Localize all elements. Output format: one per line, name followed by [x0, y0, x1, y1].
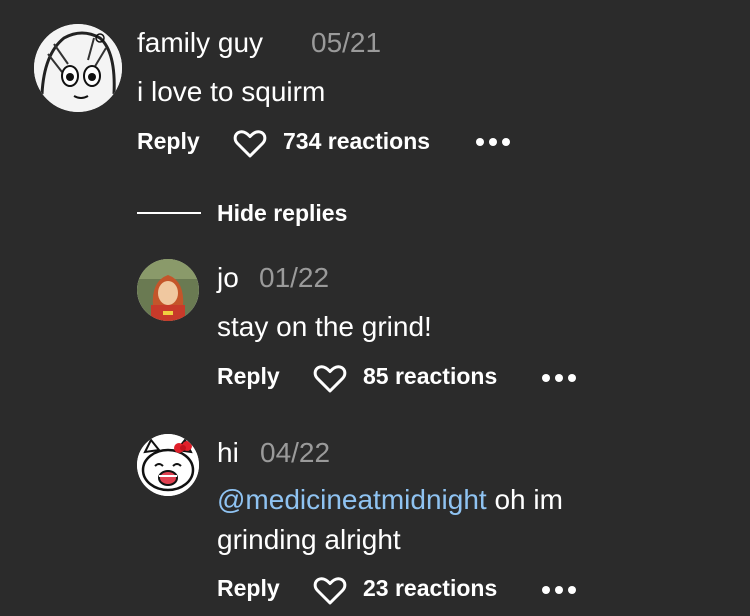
comment-item: family guy 05/21 i love to squirm Reply …	[0, 0, 750, 190]
reply-button[interactable]: Reply	[217, 363, 280, 390]
reaction-count[interactable]: 734 reactions	[283, 128, 430, 155]
reply-button[interactable]: Reply	[217, 575, 280, 602]
reply-date: 01/22	[259, 262, 330, 293]
reply-text-line2: grinding alright	[217, 524, 401, 555]
reply-text: stay on the grind!	[217, 311, 432, 342]
reaction-count[interactable]: 85 reactions	[363, 363, 497, 390]
more-options-icon[interactable]	[541, 585, 577, 595]
hide-replies-divider	[137, 212, 201, 214]
more-options-icon[interactable]	[475, 137, 511, 147]
hello-kitty-avatar-icon	[137, 434, 199, 496]
avatar[interactable]	[34, 24, 122, 112]
hide-replies-button[interactable]: Hide replies	[217, 200, 347, 227]
reply-author[interactable]: hi	[217, 437, 239, 469]
comment-text: i love to squirm	[137, 76, 326, 107]
user-mention-link[interactable]: @medicineatmidnight	[217, 484, 487, 515]
heart-icon[interactable]	[313, 364, 347, 394]
reply-button[interactable]: Reply	[137, 128, 200, 155]
avatar[interactable]	[137, 259, 199, 321]
reply-item: jo 01/22 stay on the grind! Reply 85 rea…	[0, 240, 750, 410]
reply-author[interactable]: jo	[217, 262, 239, 294]
comment-author[interactable]: family guy	[137, 27, 263, 59]
heart-icon[interactable]	[313, 576, 347, 606]
reply-text: @medicineatmidnight oh im grinding alrig…	[217, 480, 563, 560]
reply-text-line1: oh im	[486, 484, 563, 515]
avatar[interactable]	[137, 434, 199, 496]
reply-date: 04/22	[260, 437, 331, 468]
comment-date: 05/21	[311, 27, 382, 58]
heart-icon[interactable]	[233, 129, 267, 159]
anime-girl-avatar-icon	[137, 259, 199, 321]
reply-item: hi 04/22 @medicineatmidnight oh im grind…	[0, 420, 750, 616]
manga-girl-avatar-icon	[34, 24, 122, 112]
more-options-icon[interactable]	[541, 373, 577, 383]
reaction-count[interactable]: 23 reactions	[363, 575, 497, 602]
